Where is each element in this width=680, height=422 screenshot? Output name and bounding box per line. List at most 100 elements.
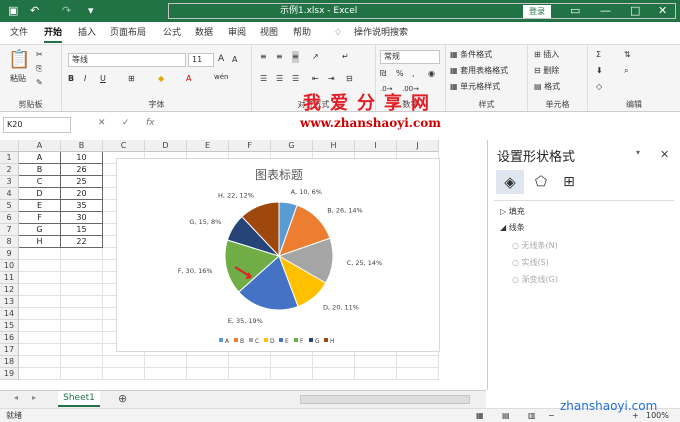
bold-icon[interactable]: B bbox=[68, 73, 74, 85]
no-line-radio[interactable]: ○ 无线条(N) bbox=[512, 240, 558, 251]
cell[interactable] bbox=[19, 272, 61, 284]
cell[interactable] bbox=[61, 248, 103, 260]
row-header[interactable]: 11 bbox=[0, 272, 19, 284]
cell[interactable] bbox=[19, 320, 61, 332]
column-header[interactable]: C bbox=[103, 140, 145, 152]
size-properties-icon[interactable]: ⊞ bbox=[556, 170, 582, 194]
paste-icon[interactable]: 📋 bbox=[8, 49, 30, 71]
cell[interactable] bbox=[61, 308, 103, 320]
cell[interactable]: 25 bbox=[61, 176, 103, 188]
cell[interactable] bbox=[271, 356, 313, 368]
row-header[interactable]: 6 bbox=[0, 212, 19, 224]
phonetic-icon[interactable]: wén bbox=[214, 71, 228, 83]
page-break-view-icon[interactable]: ▥ bbox=[528, 409, 536, 422]
sort-filter-icon[interactable]: ⇅ bbox=[624, 49, 631, 61]
cell[interactable]: 10 bbox=[61, 152, 103, 164]
tell-me-search[interactable]: 操作说明搜索 bbox=[354, 27, 408, 39]
row-header[interactable]: 12 bbox=[0, 284, 19, 296]
row-header[interactable]: 10 bbox=[0, 260, 19, 272]
row-header[interactable]: 5 bbox=[0, 200, 19, 212]
clear-icon[interactable]: ◇ bbox=[596, 81, 602, 93]
column-header[interactable]: A bbox=[19, 140, 61, 152]
effects-icon[interactable]: ⬠ bbox=[528, 170, 554, 194]
increase-indent-icon[interactable]: ⇥ bbox=[328, 73, 335, 85]
fill-line-icon[interactable]: ◈ bbox=[496, 170, 524, 194]
row-header[interactable]: 2 bbox=[0, 164, 19, 176]
cell[interactable]: 20 bbox=[61, 188, 103, 200]
cell[interactable] bbox=[313, 368, 355, 380]
cell[interactable] bbox=[145, 368, 187, 380]
fill-section-toggle[interactable]: ▷ 填充 bbox=[500, 206, 525, 217]
cell[interactable]: E bbox=[19, 200, 61, 212]
row-header[interactable]: 7 bbox=[0, 224, 19, 236]
column-header[interactable]: E bbox=[187, 140, 229, 152]
copy-icon[interactable]: ⎘ bbox=[36, 63, 42, 75]
next-sheet-icon[interactable]: ▸ bbox=[32, 393, 36, 402]
orientation-icon[interactable]: ↗ bbox=[312, 51, 319, 63]
cell[interactable] bbox=[61, 260, 103, 272]
cell[interactable] bbox=[61, 344, 103, 356]
zoom-out-icon[interactable]: − bbox=[548, 409, 555, 422]
font-name-select[interactable]: 等线 bbox=[68, 53, 186, 67]
cell[interactable] bbox=[103, 356, 145, 368]
column-header[interactable]: F bbox=[229, 140, 271, 152]
italic-icon[interactable]: I bbox=[84, 73, 86, 85]
line-section-toggle[interactable]: ◢ 线条 bbox=[500, 222, 525, 233]
cell[interactable] bbox=[61, 320, 103, 332]
cell[interactable]: 15 bbox=[61, 224, 103, 236]
tab-formulas[interactable]: 公式 bbox=[163, 27, 181, 39]
format-cells-button[interactable]: ▤ 格式 bbox=[534, 81, 560, 93]
add-sheet-icon[interactable]: ⊕ bbox=[118, 392, 127, 405]
cell[interactable]: B bbox=[19, 164, 61, 176]
row-header[interactable]: 18 bbox=[0, 356, 19, 368]
align-middle-icon[interactable]: ≡ bbox=[276, 51, 283, 63]
fill-color-icon[interactable]: ◆ bbox=[158, 73, 164, 85]
number-format-select[interactable]: 常规 bbox=[380, 50, 440, 64]
row-header[interactable]: 9 bbox=[0, 248, 19, 260]
column-header[interactable]: I bbox=[355, 140, 397, 152]
cell-styles-button[interactable]: ▦ 单元格样式 bbox=[450, 81, 500, 93]
column-header[interactable]: B bbox=[61, 140, 103, 152]
cell[interactable] bbox=[61, 284, 103, 296]
cell[interactable] bbox=[355, 368, 397, 380]
row-header[interactable]: 13 bbox=[0, 296, 19, 308]
cell[interactable] bbox=[271, 368, 313, 380]
underline-icon[interactable]: U bbox=[100, 73, 106, 85]
column-header[interactable]: J bbox=[397, 140, 439, 152]
cell[interactable]: 35 bbox=[61, 200, 103, 212]
cell[interactable] bbox=[61, 332, 103, 344]
cell[interactable]: G bbox=[19, 224, 61, 236]
grow-font-icon[interactable]: A bbox=[218, 53, 224, 65]
insert-cells-button[interactable]: ⊞ 插入 bbox=[534, 49, 559, 61]
cancel-formula-icon[interactable]: ✕ bbox=[98, 118, 106, 128]
pie-chart[interactable]: 图表标题 A, 10, 6% B, 26, 14% C, 25, 14% D, 20,… bbox=[116, 158, 440, 352]
delete-cells-button[interactable]: ⊟ 删除 bbox=[534, 65, 559, 77]
cell[interactable] bbox=[61, 296, 103, 308]
fill-icon[interactable]: ⬇ bbox=[596, 65, 603, 77]
cell[interactable] bbox=[229, 368, 271, 380]
save-icon[interactable]: ▣ bbox=[8, 4, 18, 18]
tab-view[interactable]: 视图 bbox=[260, 27, 278, 39]
cell[interactable]: A bbox=[19, 152, 61, 164]
borders-icon[interactable]: ⊞ bbox=[128, 73, 135, 85]
align-right-icon[interactable]: ☰ bbox=[292, 73, 299, 85]
cell[interactable] bbox=[187, 356, 229, 368]
merge-icon[interactable]: ⊟ bbox=[346, 73, 353, 85]
cell[interactable] bbox=[229, 356, 271, 368]
cell[interactable] bbox=[19, 308, 61, 320]
cell[interactable]: F bbox=[19, 212, 61, 224]
currency-icon[interactable]: ₪ bbox=[380, 68, 386, 80]
row-header[interactable]: 4 bbox=[0, 188, 19, 200]
select-all-corner[interactable] bbox=[0, 140, 19, 152]
format-painter-icon[interactable]: ✎ bbox=[36, 77, 43, 89]
tab-data[interactable]: 数据 bbox=[195, 27, 213, 39]
cell[interactable] bbox=[19, 356, 61, 368]
align-bottom-icon[interactable]: ≡ bbox=[292, 51, 299, 63]
column-header[interactable]: D bbox=[145, 140, 187, 152]
wrap-text-icon[interactable]: ↵ bbox=[342, 51, 349, 63]
customize-toolbar-icon[interactable]: ▾ bbox=[88, 4, 94, 18]
solid-line-radio[interactable]: ○ 实线(S) bbox=[512, 257, 549, 268]
prev-sheet-icon[interactable]: ◂ bbox=[14, 393, 18, 402]
cell[interactable] bbox=[397, 368, 439, 380]
horizontal-scrollbar[interactable] bbox=[300, 395, 470, 404]
